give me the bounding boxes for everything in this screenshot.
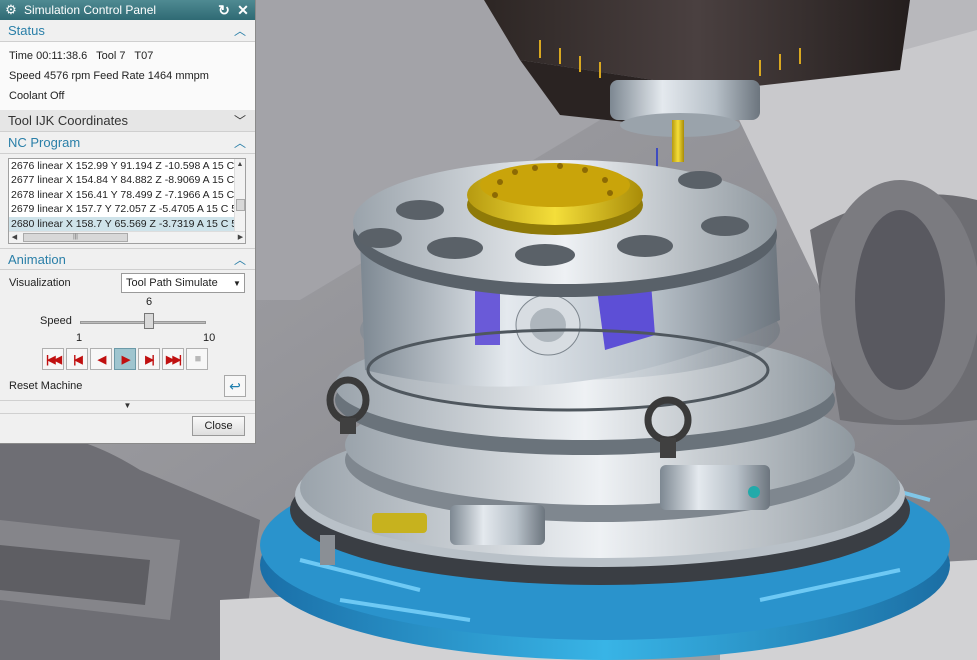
step-back-icon[interactable]: |◀: [66, 348, 88, 370]
visualization-selected-value: Tool Path Simulate: [126, 277, 218, 289]
playback-controls: |◀◀ |◀ ◀ ▶ ▶| ▶▶| ■: [0, 346, 255, 372]
speed-slider-block: 6 Speed 1 10: [0, 296, 255, 346]
reset-machine-row: Reset Machine ↩: [0, 372, 255, 400]
scroll-left-arrow-icon[interactable]: ◀: [9, 232, 20, 243]
scroll-up-arrow-icon[interactable]: ▲: [235, 159, 245, 170]
chevron-up-icon[interactable]: ︿: [233, 134, 247, 151]
step-forward-icon[interactable]: ▶|: [138, 348, 160, 370]
tool-ijk-section-header[interactable]: Tool IJK Coordinates ﹀: [0, 110, 255, 132]
speed-slider-track[interactable]: [80, 321, 206, 324]
nc-horizontal-scrollbar[interactable]: ◀ ||| ▶: [9, 231, 245, 243]
nc-program-list[interactable]: 2676 linear X 152.99 Y 91.194 Z -10.598 …: [8, 158, 246, 244]
status-section-title: Status: [8, 23, 45, 38]
nc-program-line[interactable]: 2676 linear X 152.99 Y 91.194 Z -10.598 …: [9, 159, 235, 173]
stop-icon[interactable]: ■: [186, 348, 208, 370]
status-time-tool-line: Time 00:11:38.6 Tool 7 T07: [9, 46, 246, 66]
speed-slider-value: 6: [146, 296, 153, 308]
close-button[interactable]: Close: [192, 416, 245, 436]
nc-vertical-scroll-thumb[interactable]: [236, 199, 245, 211]
nc-program-line[interactable]: 2678 linear X 156.41 Y 78.499 Z -7.1966 …: [9, 188, 235, 202]
skip-to-start-icon[interactable]: |◀◀: [42, 348, 64, 370]
speed-slider-max: 10: [203, 332, 216, 344]
status-section-header[interactable]: Status ︿: [0, 20, 255, 42]
animation-section-header[interactable]: Animation ︿: [0, 248, 255, 270]
nc-vertical-scrollbar[interactable]: ▲: [234, 159, 245, 233]
play-forward-icon[interactable]: ▶: [114, 348, 136, 370]
visualization-label: Visualization: [9, 277, 71, 289]
status-time: Time 00:11:38.6: [9, 50, 88, 62]
reset-icon[interactable]: ↻: [216, 2, 232, 18]
panel-title: Simulation Control Panel: [24, 3, 157, 17]
scroll-right-arrow-icon[interactable]: ▶: [235, 232, 245, 243]
speed-label: Speed: [40, 315, 72, 327]
skip-to-end-icon[interactable]: ▶▶|: [162, 348, 184, 370]
animation-section-title: Animation: [8, 251, 66, 267]
status-coolant: Coolant Off: [9, 90, 65, 102]
nc-horizontal-scroll-thumb[interactable]: |||: [23, 233, 128, 242]
tool-ijk-section-title: Tool IJK Coordinates: [8, 113, 128, 128]
visualization-select[interactable]: Tool Path Simulate ▼: [121, 273, 245, 293]
speed-slider-min: 1: [76, 332, 83, 344]
nc-program-section-header[interactable]: NC Program ︿: [0, 132, 255, 154]
dropdown-caret-icon: ▼: [233, 278, 241, 288]
reset-machine-label: Reset Machine: [9, 380, 83, 392]
speed-slider-thumb[interactable]: [144, 313, 154, 329]
gear-icon: ⚙: [5, 2, 17, 17]
close-icon[interactable]: ✕: [235, 2, 251, 18]
status-tool-id: T07: [134, 50, 154, 62]
nc-program-line-selected[interactable]: 2680 linear X 158.7 Y 65.569 Z -3.7319 A…: [9, 216, 235, 231]
status-tool: Tool 7: [96, 50, 126, 62]
status-speed-feed: Speed 4576 rpm Feed Rate 1464 mmpm: [9, 70, 209, 82]
chevron-down-icon[interactable]: ﹀: [233, 112, 247, 129]
nc-program-section-title: NC Program: [8, 135, 81, 150]
simulation-control-panel: ⚙ Simulation Control Panel ↻ ✕ Status ︿ …: [0, 0, 256, 444]
reset-machine-button[interactable]: ↩: [224, 375, 246, 397]
chevron-up-icon[interactable]: ︿: [233, 22, 247, 39]
expand-more-icon[interactable]: ▼: [0, 400, 255, 414]
status-body: Time 00:11:38.6 Tool 7 T07 Speed 4576 rp…: [0, 42, 255, 110]
chevron-up-icon[interactable]: ︿: [233, 251, 247, 268]
nc-program-line[interactable]: 2677 linear X 154.84 Y 84.882 Z -8.9069 …: [9, 173, 235, 187]
play-backward-icon[interactable]: ◀: [90, 348, 112, 370]
visualization-row: Visualization Tool Path Simulate ▼: [0, 270, 255, 296]
nc-program-line[interactable]: 2679 linear X 157.7 Y 72.057 Z -5.4705 A…: [9, 202, 235, 216]
panel-title-bar[interactable]: ⚙ Simulation Control Panel ↻ ✕: [0, 0, 255, 20]
